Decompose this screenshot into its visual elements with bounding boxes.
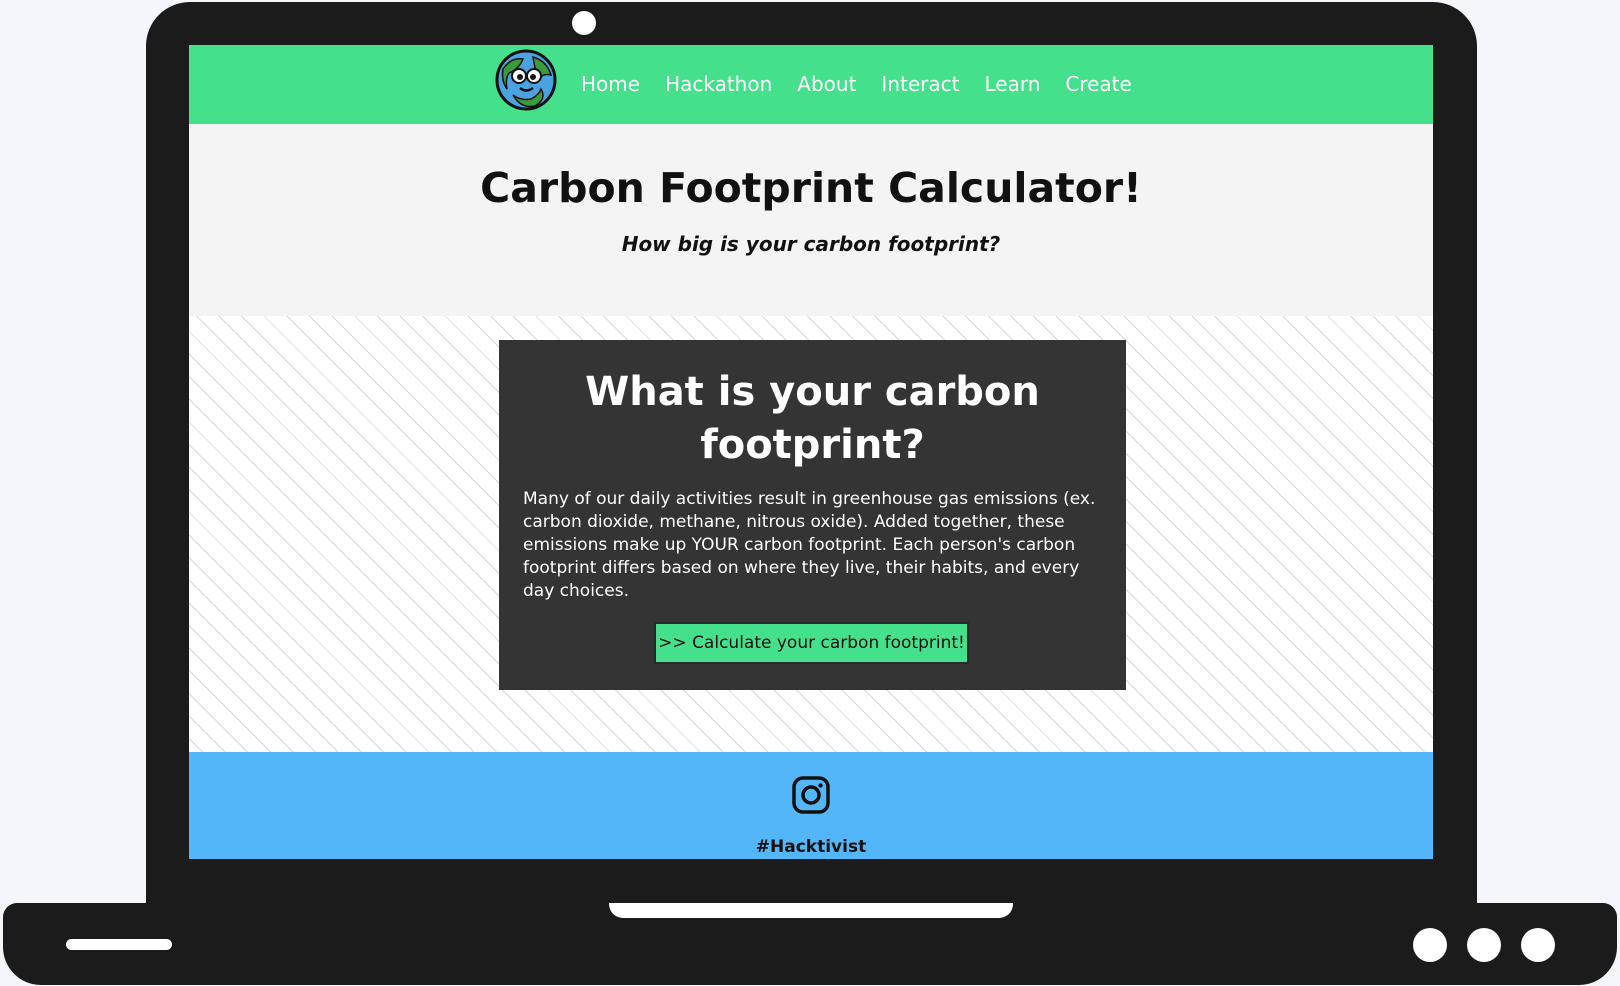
website-screen: Home Hackathon About Interact Learn Crea… — [189, 45, 1433, 859]
footer: #Hacktivist — [189, 752, 1433, 859]
nav-create-link[interactable]: Create — [1065, 72, 1131, 96]
laptop-notch — [609, 903, 1013, 918]
card-body-text: Many of our daily activities result in g… — [523, 489, 1096, 601]
nav-links: Home Hackathon About Interact Learn Crea… — [581, 64, 1157, 104]
navbar: Home Hackathon About Interact Learn Crea… — [189, 45, 1433, 124]
hero-section: Carbon Footprint Calculator! How big is … — [189, 124, 1433, 316]
earth-logo-icon[interactable] — [495, 49, 557, 111]
page-subtitle: How big is your carbon footprint? — [621, 232, 1001, 256]
instagram-icon[interactable] — [792, 776, 830, 814]
card-title: What is your carbon footprint? — [585, 369, 1040, 468]
status-dot-icon — [1521, 928, 1555, 962]
status-dot-icon — [1467, 928, 1501, 962]
info-card: What is your carbon footprint? Many of o… — [499, 340, 1126, 690]
calculate-button[interactable]: >> Calculate your carbon footprint! — [654, 622, 969, 664]
trackpad-line — [66, 939, 172, 950]
nav-interact-link[interactable]: Interact — [881, 72, 959, 96]
webcam-icon — [572, 11, 596, 35]
page-title: Carbon Footprint Calculator! — [480, 164, 1142, 212]
nav-about-link[interactable]: About — [797, 72, 856, 96]
nav-hackathon-link[interactable]: Hackathon — [665, 72, 772, 96]
status-dot-icon — [1413, 928, 1447, 962]
nav-home-link[interactable]: Home — [581, 72, 640, 96]
hashtag-text: #Hacktivist — [755, 837, 867, 857]
nav-learn-link[interactable]: Learn — [984, 72, 1040, 96]
